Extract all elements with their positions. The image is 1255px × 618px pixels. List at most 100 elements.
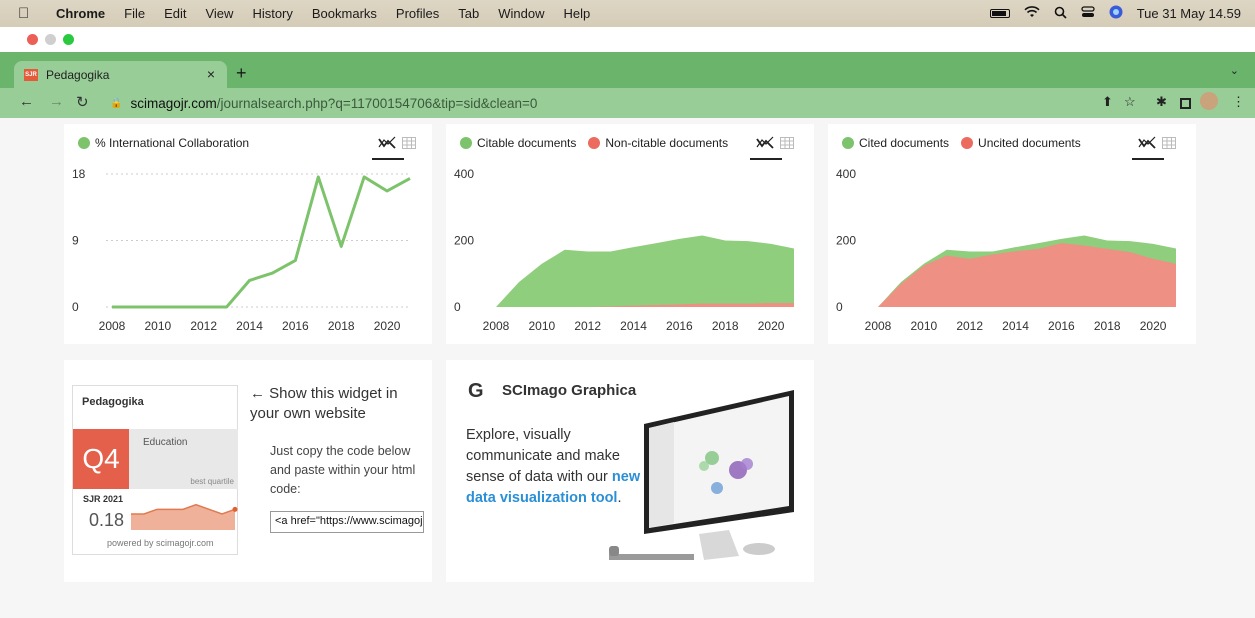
menu-view[interactable]: View — [205, 6, 233, 21]
close-window-button[interactable] — [27, 34, 38, 45]
graphica-text: Explore, visually communicate and make s… — [466, 427, 620, 485]
bookmark-star-icon[interactable]: ☆ — [1124, 94, 1136, 110]
desktop-computer-illustration[interactable] — [604, 384, 804, 564]
sjr-last-point — [232, 506, 238, 512]
x-tick-label: 2012 — [956, 319, 983, 333]
menu-edit[interactable]: Edit — [164, 6, 186, 21]
address-bar[interactable]: 🔒 scimagojr.com/journalsearch.php?q=1170… — [106, 91, 1141, 115]
url-host: scimagojr.com — [130, 95, 217, 111]
chrome-menu-icon[interactable]: ⋮ — [1232, 94, 1245, 110]
x-tick-label: 2010 — [528, 319, 555, 333]
url-path: /journalsearch.php?q=11700154706&tip=sid… — [216, 95, 538, 111]
x-tick-label: 2008 — [99, 319, 126, 333]
minimize-window-button[interactable] — [45, 34, 56, 45]
back-button[interactable]: ← — [19, 93, 34, 110]
mac-menubar:  Chrome File Edit View History Bookmark… — [0, 0, 1255, 27]
x-tick-label: 2018 — [712, 319, 739, 333]
menu-app-name[interactable]: Chrome — [56, 6, 105, 21]
citable-docs-card: Citable documents Non-citable documents … — [446, 124, 814, 344]
y-tick-label: 0 — [454, 300, 461, 314]
control-center-icon[interactable] — [1081, 6, 1095, 21]
category-name: Education — [143, 437, 188, 448]
cited-docs-chart: 0 200 400 2008 2010 2012 2014 2016 2018 2020 — [836, 167, 1176, 333]
x-tick-label: 2020 — [374, 319, 401, 333]
x-tick-label: 2018 — [1094, 319, 1121, 333]
x-tick-label: 2018 — [328, 319, 355, 333]
x-tick-label: 2008 — [483, 319, 510, 333]
graphica-card: G SCImago Graphica Explore, visually com… — [446, 360, 814, 582]
browser-toolbar: ← → ↻ 🔒 scimagojr.com/journalsearch.php?… — [0, 88, 1255, 118]
close-tab-icon[interactable]: × — [207, 66, 215, 82]
sjr-favicon-icon: SJR — [24, 68, 38, 81]
intl-collab-card: % International Collaboration 0 9 18 2008 20… — [64, 124, 432, 344]
powered-by-label: powered by scimagojr.com — [107, 538, 214, 548]
menubar-clock[interactable]: Tue 31 May 14.59 — [1137, 6, 1241, 21]
menu-history[interactable]: History — [252, 6, 292, 21]
x-tick-label: 2010 — [144, 319, 171, 333]
menu-tab[interactable]: Tab — [458, 6, 479, 21]
lock-icon[interactable]: 🔒 — [110, 98, 122, 109]
widget-card: Pedagogika Q4 Education best quartile SJ… — [64, 360, 432, 582]
page-content: % International Collaboration 0 9 18 2008 20… — [0, 118, 1255, 618]
side-panel-icon[interactable] — [1180, 98, 1191, 109]
zoom-window-button[interactable] — [63, 34, 74, 45]
extensions-icon[interactable]: ✱ — [1156, 94, 1167, 110]
new-tab-button[interactable]: + — [236, 63, 247, 84]
widget-code-input[interactable]: <a href="https://www.scimagojr.com/journ… — [270, 511, 424, 533]
tab-title: Pedagogika — [46, 67, 110, 82]
tab-pedagogika[interactable]: SJR Pedagogika × — [14, 61, 227, 88]
cited-docs-card: Cited documents Uncited documents 0 200 40… — [828, 124, 1196, 344]
forward-button[interactable]: → — [49, 93, 64, 110]
quartile-badge: Q4 — [73, 429, 129, 489]
x-tick-label: 2014 — [620, 319, 647, 333]
siri-icon[interactable] — [1109, 5, 1123, 22]
tab-strip: SJR Pedagogika × + ⌄ — [0, 52, 1255, 88]
y-tick-label: 0 — [836, 300, 843, 314]
menu-file[interactable]: File — [124, 6, 145, 21]
window-titlebar — [0, 27, 1255, 52]
widget-instructions: Just copy the code below and paste withi… — [270, 444, 416, 496]
show-widget-text: ← Show this widget in your own website — [250, 385, 398, 422]
share-icon[interactable]: ⬆ — [1102, 94, 1113, 110]
y-tick-label: 400 — [454, 167, 474, 181]
sjr-sparkline — [131, 503, 238, 530]
y-tick-label: 0 — [72, 300, 79, 314]
sjr-area — [131, 504, 235, 530]
apple-icon[interactable]:  — [18, 5, 34, 22]
y-tick-label: 18 — [72, 167, 86, 181]
graphica-logo-icon[interactable]: G — [468, 380, 484, 403]
widget-journal-name: Pedagogika — [82, 396, 144, 408]
sjr-year-label: SJR 2021 — [83, 494, 124, 504]
y-tick-label: 200 — [454, 234, 474, 248]
x-tick-label: 2014 — [1002, 319, 1029, 333]
best-quartile-label: best quartile — [190, 477, 234, 486]
x-tick-label: 2016 — [282, 319, 309, 333]
category-box: Education best quartile — [129, 429, 238, 489]
x-tick-label: 2016 — [666, 319, 693, 333]
x-tick-label: 2014 — [236, 319, 263, 333]
intl-collab-chart: 0 9 18 2008 2010 2012 2014 2016 2018 2020 — [72, 167, 411, 333]
x-tick-label: 2016 — [1048, 319, 1075, 333]
sjr-value: 0.18 — [89, 510, 125, 530]
battery-icon[interactable] — [989, 9, 1010, 18]
y-tick-label: 400 — [836, 167, 856, 181]
citable-docs-chart: 0 200 400 2008 2010 2012 2014 2016 2018 2020 — [454, 167, 794, 333]
series-line-intl-collab — [112, 175, 411, 309]
menu-window[interactable]: Window — [498, 6, 544, 21]
x-tick-label: 2012 — [574, 319, 601, 333]
menu-help[interactable]: Help — [564, 6, 591, 21]
profile-avatar[interactable] — [1200, 92, 1218, 110]
series-area-citable-documents — [496, 235, 794, 307]
menu-bookmarks[interactable]: Bookmarks — [312, 6, 377, 21]
wifi-icon[interactable] — [1024, 6, 1040, 21]
sjr-widget-preview[interactable]: Pedagogika Q4 Education best quartile SJ… — [72, 385, 238, 555]
y-tick-label: 9 — [72, 234, 79, 248]
x-tick-label: 2020 — [1140, 319, 1167, 333]
series-area-uncited-documents — [878, 243, 1176, 307]
tab-search-chevron-icon[interactable]: ⌄ — [1230, 64, 1239, 77]
menu-profiles[interactable]: Profiles — [396, 6, 439, 21]
y-tick-label: 200 — [836, 234, 856, 248]
reload-button[interactable]: ↻ — [76, 93, 89, 111]
spotlight-search-icon[interactable] — [1054, 6, 1067, 22]
x-tick-label: 2020 — [758, 319, 785, 333]
